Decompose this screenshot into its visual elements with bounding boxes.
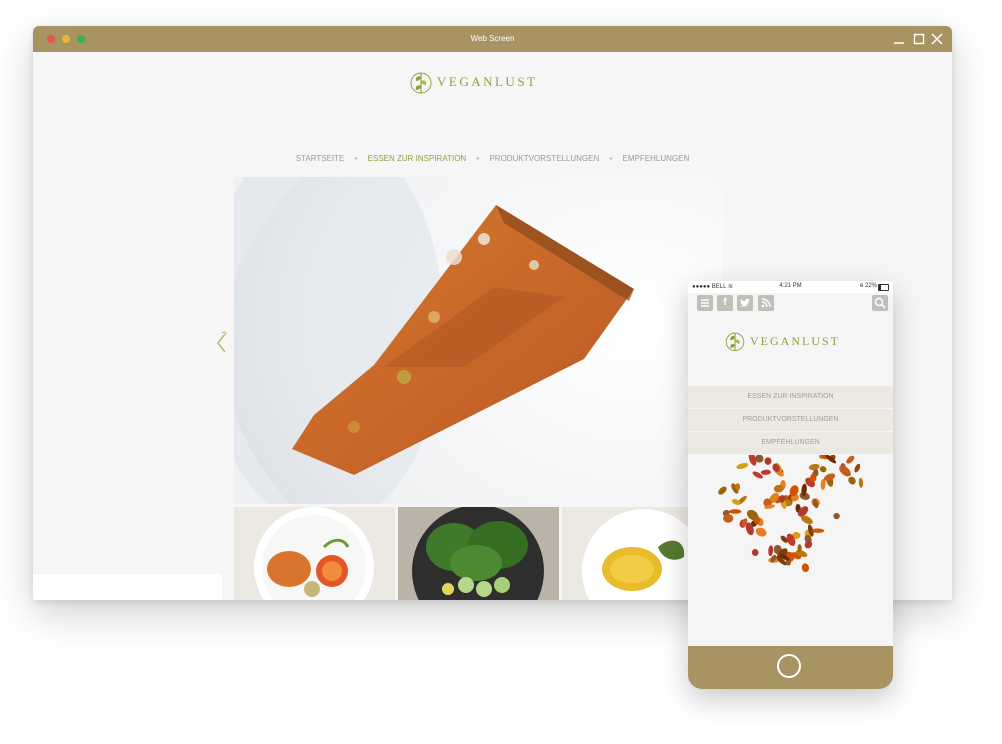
leaf-shape bbox=[833, 512, 840, 520]
leaf-shape bbox=[729, 509, 742, 514]
leaf-shape bbox=[731, 498, 741, 506]
menu-icon[interactable] bbox=[697, 295, 713, 311]
leaf-shape bbox=[751, 549, 759, 556]
battery-icon bbox=[878, 284, 889, 291]
phone-mockup: ●●●●● BELL ≋ 4:21 PM ʙ 22% f VEGANLUST E… bbox=[688, 281, 893, 689]
leaf-shape bbox=[755, 527, 767, 537]
leaf-shape bbox=[718, 486, 727, 495]
white-overlay-panel bbox=[33, 574, 222, 600]
close-icon[interactable] bbox=[929, 31, 945, 47]
leaf-shape bbox=[858, 477, 864, 488]
leaf-shape bbox=[808, 463, 820, 471]
nav-separator: • bbox=[354, 154, 358, 163]
nav-item-essen-zur-inspiration[interactable]: ESSEN ZUR INSPIRATION bbox=[368, 154, 467, 163]
site-name: VEGANLUST bbox=[437, 74, 538, 89]
chevron-left-icon[interactable] bbox=[214, 330, 228, 356]
autumn-leaf-heart-image[interactable] bbox=[688, 451, 893, 646]
thumbnail-salad-bowl[interactable] bbox=[398, 507, 559, 600]
phone-menu-item-empfehlungen[interactable]: EMPFEHLUNGEN bbox=[688, 432, 893, 454]
leaf-shape bbox=[736, 462, 749, 470]
leaf-shape bbox=[804, 540, 813, 549]
bluetooth-icon: ʙ bbox=[860, 283, 864, 289]
nav-separator: • bbox=[476, 154, 480, 163]
rss-icon[interactable] bbox=[758, 295, 774, 311]
minimize-icon[interactable] bbox=[891, 31, 907, 47]
leaf-shape bbox=[819, 466, 827, 473]
search-icon[interactable] bbox=[872, 295, 888, 311]
leaf-shape bbox=[801, 563, 810, 573]
soup-photo bbox=[234, 507, 395, 600]
phone-site-name: VEGANLUST bbox=[750, 333, 840, 348]
leaf-shape bbox=[854, 463, 861, 473]
phone-bottom-bezel bbox=[688, 646, 893, 689]
leaf-shape bbox=[768, 545, 774, 557]
leaf-logo-icon bbox=[725, 332, 745, 352]
leaf-heart-artwork bbox=[718, 451, 864, 573]
nav-separator: • bbox=[609, 154, 613, 163]
main-nav: STARTSEITE • ESSEN ZUR INSPIRATION • PRO… bbox=[33, 154, 952, 163]
hero-image-cake[interactable] bbox=[234, 177, 723, 504]
thumbnail-soup-plate[interactable] bbox=[234, 507, 395, 600]
twitter-icon[interactable] bbox=[737, 295, 753, 311]
phone-site-logo[interactable]: VEGANLUST bbox=[724, 326, 840, 356]
phone-menu-item-produktvorstellungen[interactable]: PRODUKTVORSTELLUNGEN bbox=[688, 409, 893, 431]
leaf-shape bbox=[846, 455, 855, 464]
leaf-shape bbox=[848, 476, 856, 485]
nav-item-startseite[interactable]: STARTSEITE bbox=[296, 154, 345, 163]
maximize-icon[interactable] bbox=[911, 31, 927, 47]
nav-item-empfehlungen[interactable]: EMPFEHLUNGEN bbox=[623, 154, 690, 163]
leaf-logo-icon bbox=[410, 72, 432, 94]
leaf-shape bbox=[764, 457, 772, 465]
facebook-icon[interactable]: f bbox=[717, 295, 733, 311]
home-button[interactable] bbox=[777, 654, 801, 678]
battery-percent: 22% bbox=[864, 283, 877, 289]
title-bar: Web Screen bbox=[33, 26, 952, 52]
social-bar: f bbox=[688, 293, 893, 315]
salad-photo bbox=[398, 507, 559, 600]
window-title: Web Screen bbox=[470, 34, 515, 43]
leaf-shape bbox=[760, 469, 771, 475]
phone-menu: ESSEN ZUR INSPIRATION PRODUKTVORSTELLUNG… bbox=[688, 386, 893, 455]
phone-menu-item-essen-zur-inspiration[interactable]: ESSEN ZUR INSPIRATION bbox=[688, 386, 893, 408]
nav-item-produktvorstellungen[interactable]: PRODUKTVORSTELLUNGEN bbox=[489, 154, 599, 163]
site-logo[interactable]: VEGANLUST bbox=[409, 64, 538, 100]
status-battery-group: ʙ 22% bbox=[860, 283, 877, 289]
status-bar: ●●●●● BELL ≋ 4:21 PM ʙ 22% bbox=[688, 281, 893, 293]
cake-photo bbox=[234, 177, 723, 504]
